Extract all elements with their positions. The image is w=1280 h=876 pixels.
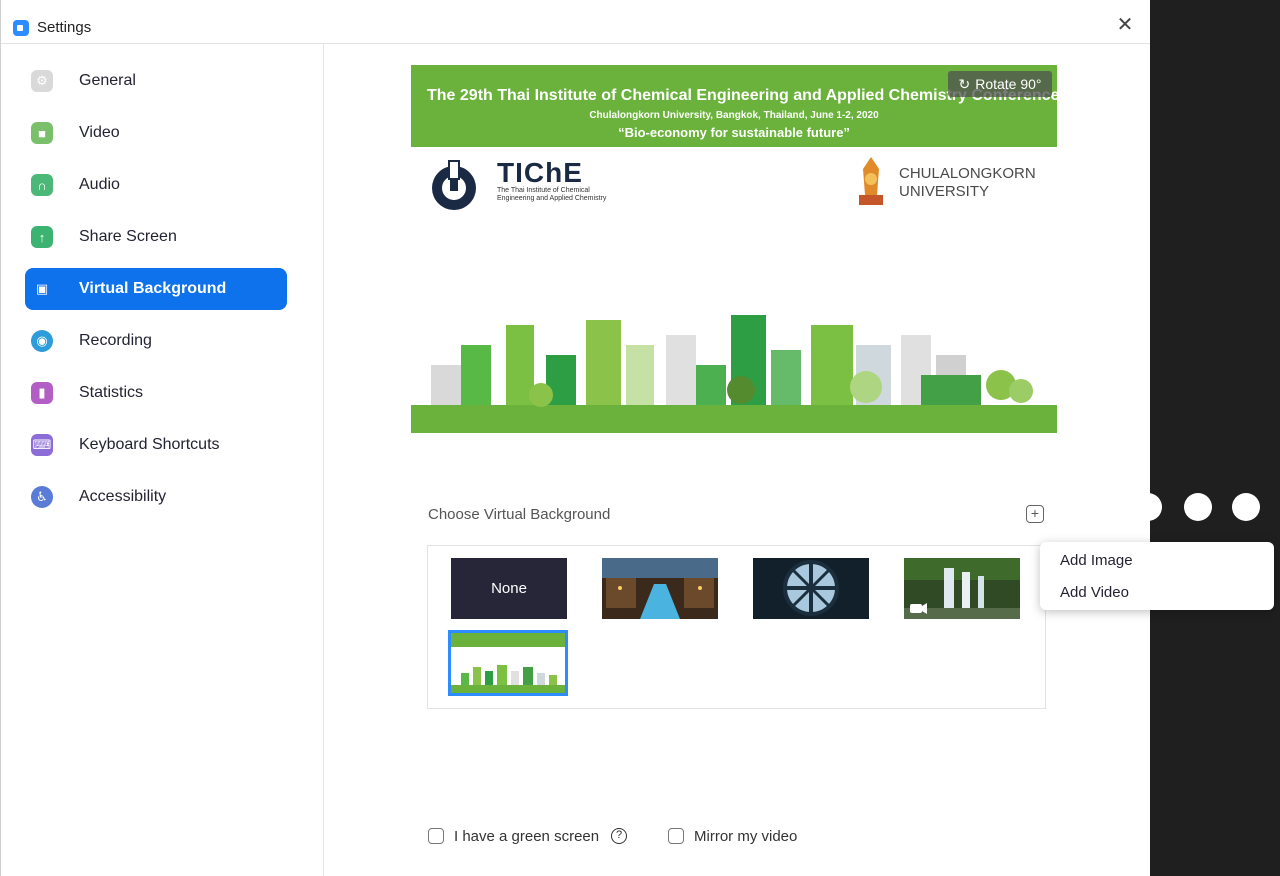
background-preview: The 29th Thai Institute of Chemical Engi… (411, 65, 1057, 433)
dot-icon (1232, 493, 1260, 521)
sidebar-item-virtual-background[interactable]: ▣ Virtual Background (25, 268, 287, 310)
chulalongkorn-university-text: CHULALONGKORN UNIVERSITY (899, 165, 1036, 201)
gear-icon: ⚙ (31, 70, 53, 92)
dot-icon (1148, 493, 1162, 521)
thumbnail-pool-courtyard[interactable] (602, 558, 718, 619)
zoom-app-icon (13, 20, 29, 36)
green-city-illustration (411, 315, 1057, 433)
sidebar-item-general[interactable]: ⚙ General (25, 60, 287, 102)
sidebar-item-keyboard-shortcuts[interactable]: ⌨ Keyboard Shortcuts (25, 424, 287, 466)
thumbnail-tiche-selected[interactable] (448, 630, 568, 696)
dot-icon (1184, 493, 1212, 521)
sidebar-item-statistics[interactable]: ▮ Statistics (25, 372, 287, 414)
cu-line-1: CHULALONGKORN (899, 165, 1036, 182)
green-screen-option: I have a green screen ? (428, 826, 628, 846)
sidebar-item-recording[interactable]: ◉ Recording (25, 320, 287, 362)
thumbnail-waterfall-video[interactable] (904, 558, 1020, 619)
rotate-90-button[interactable]: ↻ Rotate 90° (948, 71, 1052, 97)
tiche-gear-logo-icon (432, 160, 476, 210)
add-background-plus-icon[interactable]: + (1026, 505, 1044, 523)
sidebar-item-label: Recording (79, 332, 152, 349)
sidebar-item-label: Audio (79, 176, 120, 193)
sidebar-item-label: Keyboard Shortcuts (79, 436, 220, 453)
add-background-menu: Add Image Add Video (1040, 542, 1274, 610)
sidebar-item-audio[interactable]: ∩ Audio (25, 164, 287, 206)
sidebar-item-label: Video (79, 124, 120, 141)
share-screen-icon: ↑ (31, 226, 53, 248)
video-camera-icon: ■ (31, 122, 53, 144)
banner-subtitle: Chulalongkorn University, Bangkok, Thail… (589, 110, 879, 121)
bar-chart-icon: ▮ (31, 382, 53, 404)
mirror-video-label: Mirror my video (694, 827, 798, 845)
sidebar-item-share-screen[interactable]: ↑ Share Screen (25, 216, 287, 258)
window-title: Settings (37, 19, 92, 36)
recording-icon: ◉ (31, 330, 53, 352)
settings-sidebar: ⚙ General ■ Video ∩ Audio ↑ Share Screen… (1, 44, 324, 876)
close-button[interactable]: ✕ (1114, 14, 1136, 36)
thumbnail-round-window[interactable] (753, 558, 869, 619)
sidebar-item-video[interactable]: ■ Video (25, 112, 287, 154)
banner-tagline: “Bio-economy for sustainable future” (618, 125, 850, 140)
green-screen-label: I have a green screen (454, 827, 600, 845)
menu-add-image[interactable]: Add Image (1060, 552, 1133, 569)
cu-line-2: UNIVERSITY (899, 183, 990, 200)
tiche-logo-subtitle: The Thai Institute of Chemical Engineeri… (497, 187, 607, 202)
choose-virtual-background-label: Choose Virtual Background (428, 506, 611, 523)
menu-add-video[interactable]: Add Video (1060, 584, 1129, 601)
title-bar: Settings ✕ (1, 0, 1150, 44)
headphones-icon: ∩ (31, 174, 53, 196)
rotate-label: Rotate 90° (975, 76, 1042, 92)
thumbnail-none[interactable]: None (451, 558, 567, 619)
rotate-icon: ↻ (958, 75, 971, 92)
tiche-logo-title: TIChE (497, 157, 583, 188)
sidebar-item-label: Accessibility (79, 488, 167, 505)
sidebar-item-label: General (79, 72, 136, 89)
person-card-icon: ▣ (35, 281, 49, 296)
accessibility-icon: ♿ (31, 486, 53, 508)
help-icon[interactable]: ? (611, 828, 628, 844)
chulalongkorn-crest-icon (859, 157, 883, 205)
sidebar-item-accessibility[interactable]: ♿ Accessibility (25, 476, 287, 518)
mirror-video-option: Mirror my video (668, 826, 797, 846)
mirror-video-checkbox[interactable] (668, 828, 684, 844)
green-screen-checkbox[interactable] (428, 828, 444, 844)
keyboard-icon: ⌨ (31, 434, 53, 456)
sidebar-item-label: Share Screen (79, 228, 177, 245)
sidebar-item-label: Virtual Background (79, 280, 227, 297)
sidebar-item-label: Statistics (79, 384, 144, 401)
